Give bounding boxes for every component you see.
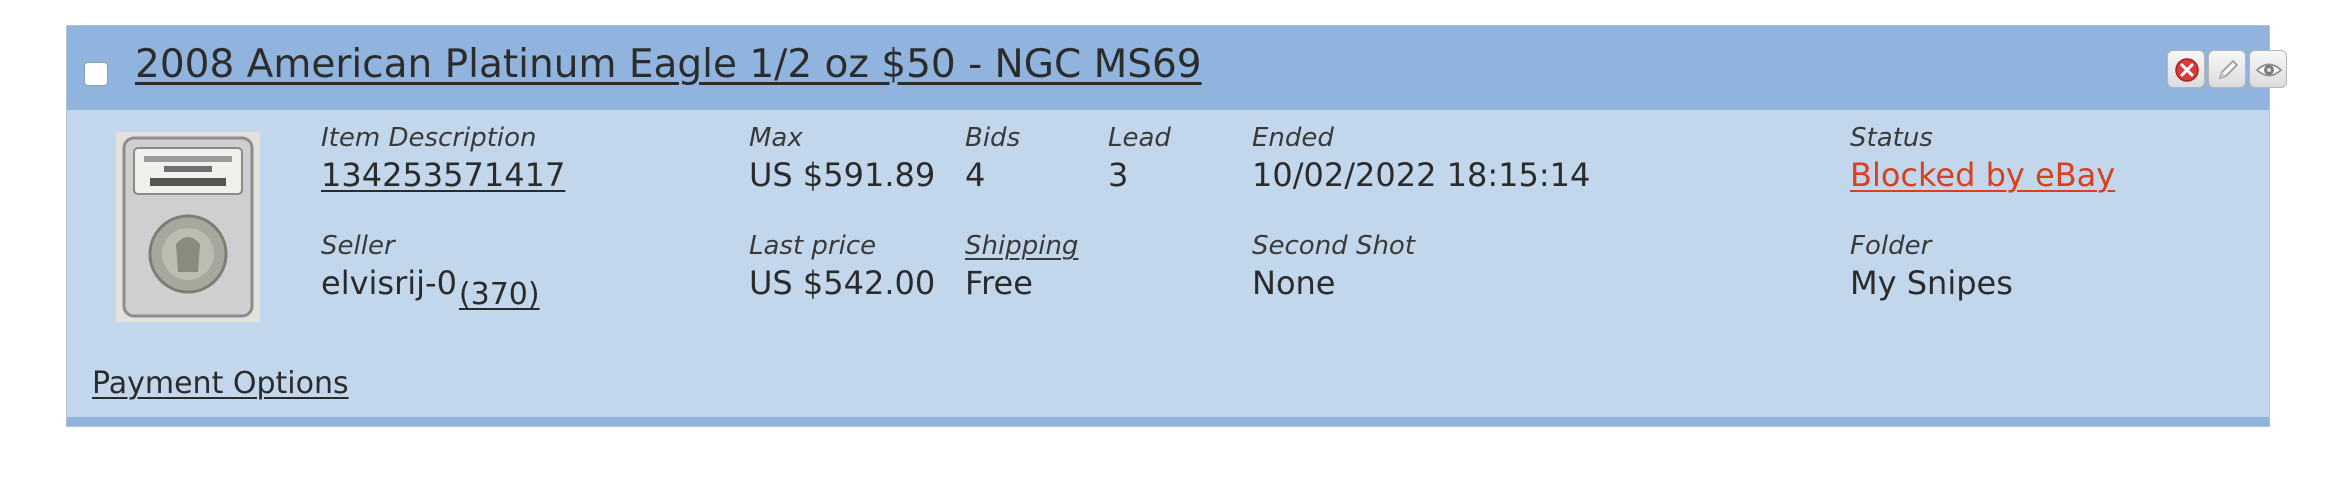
watch-eye-icon[interactable] [2249, 50, 2287, 88]
select-checkbox[interactable] [84, 62, 108, 86]
item-description-label: Item Description [321, 123, 537, 153]
shipping-value: Free [965, 264, 1033, 302]
folder-value: My Snipes [1850, 264, 2013, 302]
bids-label: Bids [965, 123, 1021, 153]
seller-label: Seller [321, 231, 395, 261]
last-price-value: US $542.00 [749, 264, 936, 302]
snipe-card: 2008 American Platinum Eagle 1/2 oz $50 … [66, 25, 2287, 427]
coin-slab-thumbnail[interactable] [116, 132, 260, 322]
second-shot-label: Second Shot [1252, 231, 1416, 261]
last-price-label: Last price [749, 231, 877, 261]
lead-label: Lead [1108, 123, 1171, 153]
item-number-link[interactable]: 134253571417 [321, 156, 565, 194]
edit-pencil-icon[interactable] [2208, 50, 2246, 88]
max-label: Max [749, 123, 803, 153]
second-shot-value: None [1252, 264, 1336, 302]
seller-name-text: elvisrij-0 [321, 264, 457, 302]
folder-label: Folder [1850, 231, 1932, 261]
status-link[interactable]: Blocked by eBay [1850, 156, 2115, 194]
delete-icon[interactable] [2167, 50, 2205, 88]
ended-value: 10/02/2022 18:15:14 [1252, 156, 1591, 194]
seller-name: elvisrij-0(370) [321, 264, 540, 312]
card-bottom-bar [67, 417, 2269, 426]
shipping-link[interactable]: Shipping [965, 231, 1078, 261]
max-value: US $591.89 [749, 156, 936, 194]
seller-feedback-link[interactable]: (370) [459, 277, 540, 312]
payment-options-link[interactable]: Payment Options [92, 366, 349, 401]
lead-value: 3 [1108, 156, 1129, 194]
bids-value: 4 [965, 156, 986, 194]
item-title-link[interactable]: 2008 American Platinum Eagle 1/2 oz $50 … [135, 42, 1202, 87]
ended-label: Ended [1252, 123, 1334, 153]
status-label: Status [1850, 123, 1933, 153]
snipe-card-header: 2008 American Platinum Eagle 1/2 oz $50 … [67, 26, 2287, 110]
